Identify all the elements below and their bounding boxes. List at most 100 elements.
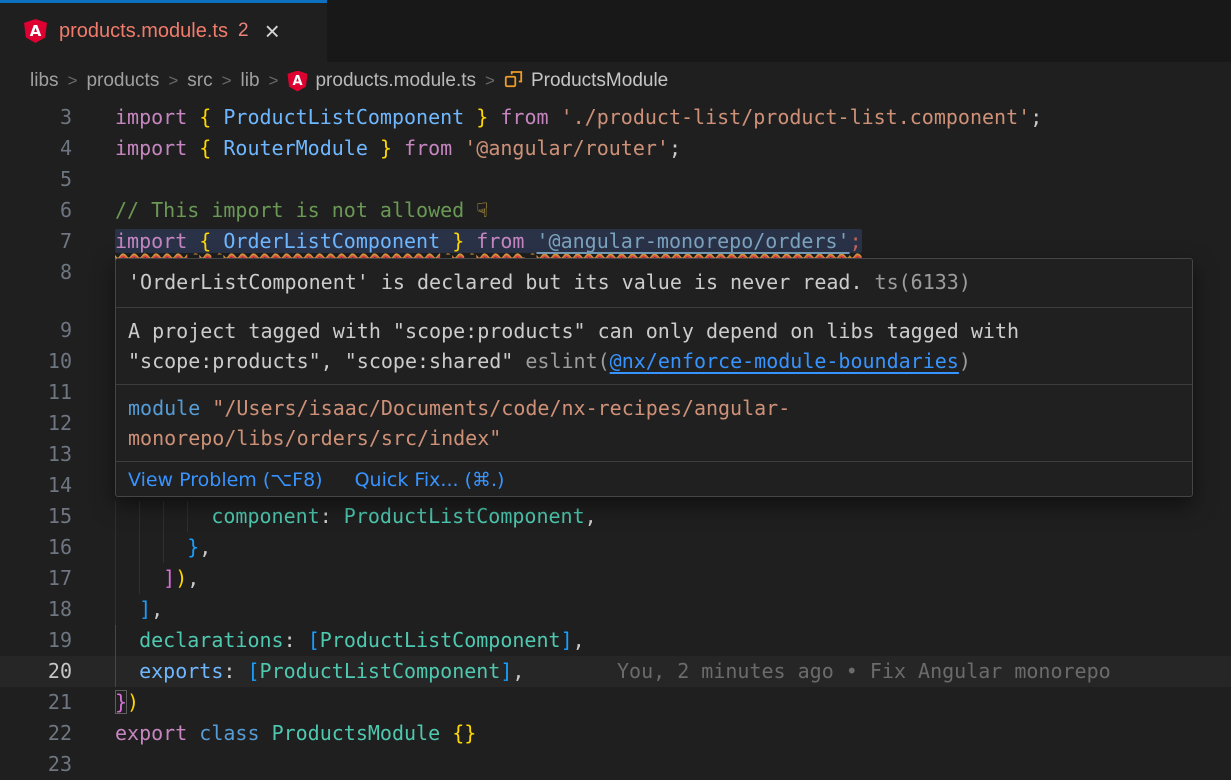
- breadcrumb-separator: >: [168, 71, 178, 91]
- line-number-14[interactable]: 14: [0, 470, 72, 501]
- token-kwb: module: [128, 396, 200, 420]
- token-kw: from: [476, 229, 524, 253]
- token-dim: eslint(: [525, 349, 609, 373]
- hover-line: A project tagged with "scope:products" c…: [128, 316, 1180, 346]
- hover-action-quick[interactable]: Quick Fix... (⌘.): [355, 469, 505, 491]
- line-number-4[interactable]: 4: [0, 133, 72, 164]
- angular-file-icon: A: [287, 71, 307, 92]
- code-line-23[interactable]: 23: [0, 749, 1231, 780]
- git-blame-annotation[interactable]: You, 2 minutes ago • Fix Angular monorep…: [617, 656, 1111, 687]
- token-prop: declarations: [139, 628, 284, 652]
- token-link[interactable]: @nx/enforce-module-boundaries: [610, 349, 959, 373]
- hover-action-bar: View Problem (⌥F8) Quick Fix... (⌘.): [116, 461, 1192, 497]
- code-line-6[interactable]: 6 // This import is not allowed ☟: [0, 195, 1231, 226]
- token-str: monorepo/libs/orders/src/index": [128, 426, 501, 450]
- token-cls: ProductListComponent: [344, 504, 585, 528]
- line-number-6[interactable]: 6: [0, 195, 72, 226]
- token-fg: ,: [199, 535, 211, 559]
- token-kw: from: [500, 105, 548, 129]
- breadcrumb-item-products[interactable]: products: [86, 70, 159, 92]
- token-b1: {: [199, 136, 211, 160]
- code-text: import { OrderListComponent } from '@ang…: [115, 226, 862, 257]
- token-b1: }: [476, 105, 488, 129]
- hover-line: module "/Users/isaac/Documents/code/nx-r…: [128, 393, 1180, 423]
- token-b1: {: [199, 105, 211, 129]
- hover-section-ts-diagnostic: 'OrderListComponent' is declared but its…: [116, 259, 1192, 307]
- token-fg: [392, 136, 404, 160]
- code-line-7[interactable]: 7 import { OrderListComponent } from '@an…: [0, 226, 1231, 257]
- token-kw: from: [404, 136, 452, 160]
- code-line-17[interactable]: 17 ]),: [0, 563, 1231, 594]
- line-number-9[interactable]: 9: [0, 315, 72, 346]
- breadcrumb-item-src[interactable]: src: [187, 70, 212, 92]
- token-str: "/Users/isaac/Documents/code/nx-recipes/…: [212, 396, 790, 420]
- line-number-13[interactable]: 13: [0, 439, 72, 470]
- tab-products-module[interactable]: A products.module.ts 2 ×: [0, 0, 327, 62]
- code-text: export class ProductsModule {}: [115, 718, 476, 749]
- code-line-16[interactable]: 16 },: [0, 532, 1231, 563]
- line-number-19[interactable]: 19: [0, 625, 72, 656]
- line-number-12[interactable]: 12: [0, 408, 72, 439]
- class-symbol-icon: [504, 69, 523, 94]
- line-number-23[interactable]: 23: [0, 749, 72, 780]
- breadcrumb-item-productsmodule[interactable]: ProductsModule: [504, 69, 668, 94]
- line-number-16[interactable]: 16: [0, 532, 72, 563]
- token-b3: }: [187, 535, 199, 559]
- line-number-7[interactable]: 7: [0, 226, 72, 257]
- error-squiggle: import { OrderListComponent } from '@ang…: [115, 229, 862, 253]
- token-kw: import: [115, 136, 187, 160]
- token-fg: [115, 535, 187, 559]
- breadcrumb: libs>products>src>lib>Aproducts.module.t…: [0, 62, 1231, 100]
- code-line-3[interactable]: 3import { ProductListComponent } from '.…: [0, 102, 1231, 133]
- token-fg: [187, 229, 199, 253]
- breadcrumb-item-libs[interactable]: libs: [30, 70, 59, 92]
- line-number-22[interactable]: 22: [0, 718, 72, 749]
- line-number-20[interactable]: 20: [0, 656, 72, 687]
- token-fg: [464, 105, 476, 129]
- code-line-22[interactable]: 22 export class ProductsModule {}: [0, 718, 1231, 749]
- breadcrumb-separator: >: [485, 71, 495, 91]
- line-number-8[interactable]: 8: [0, 257, 72, 288]
- line-number-3[interactable]: 3: [0, 102, 72, 133]
- hover-action-view[interactable]: View Problem (⌥F8): [128, 469, 323, 491]
- token-fg: [260, 721, 272, 745]
- token-fg: [452, 136, 464, 160]
- breadcrumb-item-lib[interactable]: lib: [241, 70, 260, 92]
- line-number-11[interactable]: 11: [0, 377, 72, 408]
- token-fg: [211, 136, 223, 160]
- line-number-15[interactable]: 15: [0, 501, 72, 532]
- code-line-20[interactable]: 20 exports: [ProductListComponent], You, …: [0, 656, 1231, 687]
- code-line-4[interactable]: 4import { RouterModule } from '@angular/…: [0, 133, 1231, 164]
- token-fg: ;: [669, 136, 681, 160]
- line-number-21[interactable]: 21: [0, 687, 72, 718]
- token-kw: import: [115, 229, 187, 253]
- code-text: ]),: [115, 563, 199, 594]
- code-line-19[interactable]: 19 declarations: [ProductListComponent],: [0, 625, 1231, 656]
- code-line-21[interactable]: 21}): [0, 687, 1231, 718]
- code-line-15[interactable]: 15 component: ProductListComponent,: [0, 501, 1231, 532]
- token-cls: ProductListComponent: [260, 659, 501, 683]
- token-b1: {: [199, 229, 211, 253]
- token-fg: ,: [585, 504, 597, 528]
- line-number-10[interactable]: 10: [0, 346, 72, 377]
- token-fg: "scope:products", "scope:shared": [128, 349, 525, 373]
- token-kw: export: [115, 721, 187, 745]
- token-dim: ts(6133): [863, 270, 971, 294]
- token-id: exports: [139, 659, 223, 683]
- code-line-5[interactable]: 5: [0, 164, 1231, 195]
- breadcrumb-separator: >: [222, 71, 232, 91]
- token-fg: [211, 105, 223, 129]
- token-semidim: ;: [850, 229, 862, 253]
- code-text: // This import is not allowed ☟: [115, 195, 488, 226]
- code-line-18[interactable]: 18 ],: [0, 594, 1231, 625]
- token-fg: 'OrderListComponent' is declared but its…: [128, 270, 863, 294]
- breadcrumb-item-products-module-ts[interactable]: Aproducts.module.ts: [287, 70, 476, 92]
- line-number-5[interactable]: 5: [0, 164, 72, 195]
- line-number-18[interactable]: 18: [0, 594, 72, 625]
- code-text: exports: [ProductListComponent],: [115, 656, 524, 687]
- line-number-17[interactable]: 17: [0, 563, 72, 594]
- token-id: OrderListComponent: [223, 229, 440, 253]
- tab-error-count-badge: 2: [238, 20, 249, 42]
- close-icon[interactable]: ×: [265, 21, 280, 41]
- token-fg: [115, 566, 163, 590]
